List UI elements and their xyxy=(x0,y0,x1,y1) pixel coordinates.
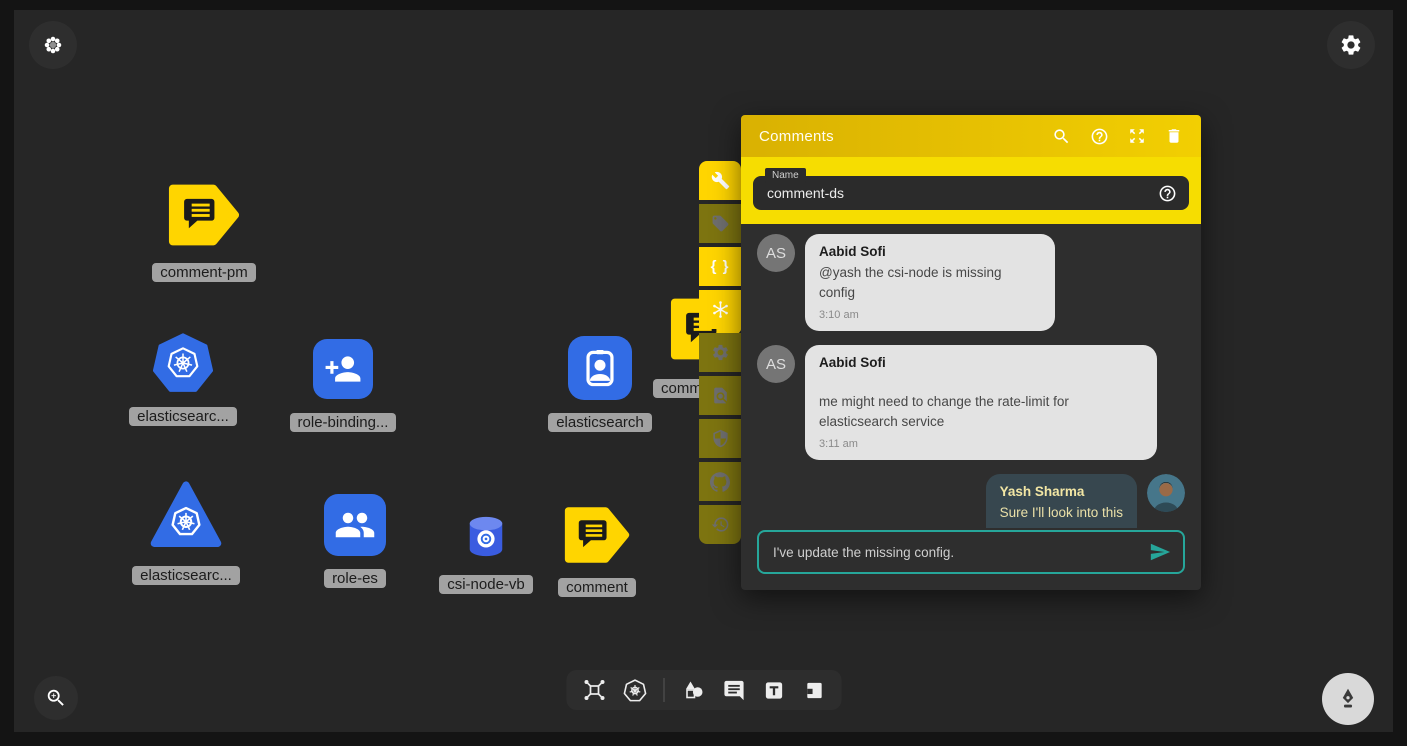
name-field-label: Name xyxy=(765,168,806,183)
message-author: Aabid Sofi xyxy=(819,355,1143,370)
node-comment-pm[interactable]: comment-pm xyxy=(147,176,261,282)
settings-node-button[interactable] xyxy=(699,333,741,372)
node-elasticsearch-serviceaccount[interactable]: elasticsearch xyxy=(543,336,657,432)
message-time: 3:10 am xyxy=(819,309,1041,321)
image-icon[interactable] xyxy=(802,679,825,702)
node-elasticsearch-triangle[interactable]: elasticsearc... xyxy=(129,480,243,585)
github-icon xyxy=(710,472,730,492)
github-button[interactable] xyxy=(699,462,741,501)
message-composer xyxy=(757,530,1185,574)
app-logo-button[interactable] xyxy=(29,21,77,69)
trash-icon[interactable] xyxy=(1165,127,1183,145)
chat-message: AS Aabid Sofi @yash the csi-node is miss… xyxy=(757,234,1185,331)
node-csi-node-vb[interactable]: csi-node-vb xyxy=(429,515,543,594)
history-icon xyxy=(711,515,730,534)
comment-icon[interactable] xyxy=(722,679,745,702)
kubernetes-heptagon-icon xyxy=(153,333,213,393)
chat-message: AS Aabid Sofi me might need to change th… xyxy=(757,345,1185,460)
zoom-in-icon xyxy=(45,687,67,709)
wrench-icon xyxy=(711,171,730,190)
message-text: Sure I'll look into this xyxy=(1000,503,1123,523)
comment-shape-icon xyxy=(168,176,240,254)
gear-icon xyxy=(711,343,730,362)
shield-icon xyxy=(711,429,730,448)
kubernetes-icon[interactable] xyxy=(623,679,646,702)
node-label: comment-pm xyxy=(152,263,256,282)
avatar: AS xyxy=(757,345,795,383)
name-field-section: Name xyxy=(741,157,1201,224)
node-role-es[interactable]: role-es xyxy=(298,494,412,588)
node-comment[interactable]: comment xyxy=(540,501,654,597)
text-icon[interactable] xyxy=(762,679,785,702)
panel-title: Comments xyxy=(759,128,834,145)
chat-message: Yash Sharma Sure I'll look into this 3:2… xyxy=(757,474,1185,528)
flower-logo-icon xyxy=(42,34,64,56)
kubernetes-triangle-icon xyxy=(149,480,223,552)
comments-panel-header: Comments xyxy=(741,115,1201,157)
snowflake-icon xyxy=(710,299,731,320)
meshery-button[interactable] xyxy=(699,290,741,329)
pen-tool-button[interactable] xyxy=(1322,673,1374,725)
node-label: csi-node-vb xyxy=(439,575,533,594)
message-author: Yash Sharma xyxy=(1000,484,1123,499)
comment-shape-icon xyxy=(564,501,630,569)
zoom-button[interactable] xyxy=(34,676,78,720)
name-help-icon[interactable] xyxy=(1158,184,1177,203)
message-text: me might need to change the rate-limit f… xyxy=(819,392,1143,431)
message-author: Aabid Sofi xyxy=(819,244,1041,259)
braces-icon: { } xyxy=(711,258,730,275)
security-button[interactable] xyxy=(699,419,741,458)
expand-icon[interactable] xyxy=(1128,127,1146,145)
pen-nib-icon xyxy=(1335,686,1361,712)
avatar: AS xyxy=(757,234,795,272)
send-icon[interactable] xyxy=(1149,541,1171,563)
node-label: elasticsearc... xyxy=(129,407,237,426)
node-elasticsearch-heptagon[interactable]: elasticsearc... xyxy=(126,333,240,426)
tag-button[interactable] xyxy=(699,204,741,243)
storage-cylinder-icon xyxy=(466,515,506,559)
help-icon[interactable] xyxy=(1090,127,1109,146)
message-input[interactable] xyxy=(771,544,1139,561)
avatar-photo xyxy=(1147,474,1185,512)
inspect-button[interactable] xyxy=(699,376,741,415)
flowchart-icon[interactable] xyxy=(582,678,606,702)
settings-button[interactable] xyxy=(1327,21,1375,69)
node-label: role-es xyxy=(324,569,386,588)
canvas-toolbar xyxy=(566,670,841,710)
json-config-button[interactable]: { } xyxy=(699,247,741,286)
message-text: @yash the csi-node is missing config xyxy=(819,263,1041,302)
doc-search-icon xyxy=(711,386,730,405)
search-icon[interactable] xyxy=(1052,127,1071,146)
people-icon xyxy=(334,504,376,546)
node-label: comment xyxy=(558,578,636,597)
history-button[interactable] xyxy=(699,505,741,544)
chat-thread: AS Aabid Sofi @yash the csi-node is miss… xyxy=(741,224,1201,528)
toolbar-divider xyxy=(663,678,664,702)
service-account-badge-icon xyxy=(577,345,623,391)
shapes-icon[interactable] xyxy=(681,678,705,702)
node-label: role-binding... xyxy=(290,413,397,432)
message-time: 3:11 am xyxy=(819,438,1143,450)
node-label: elasticsearc... xyxy=(132,566,240,585)
comments-panel: Comments Name AS Aabid Sofi @yash the cs… xyxy=(741,115,1201,590)
person-add-icon xyxy=(324,350,362,388)
node-role-binding[interactable]: role-binding... xyxy=(286,339,400,432)
tag-icon xyxy=(711,214,730,233)
node-action-toolbar: { } xyxy=(699,161,741,544)
node-label: elasticsearch xyxy=(548,413,652,432)
gear-icon xyxy=(1339,33,1363,57)
configure-button[interactable] xyxy=(699,161,741,200)
name-input[interactable] xyxy=(765,184,1158,202)
